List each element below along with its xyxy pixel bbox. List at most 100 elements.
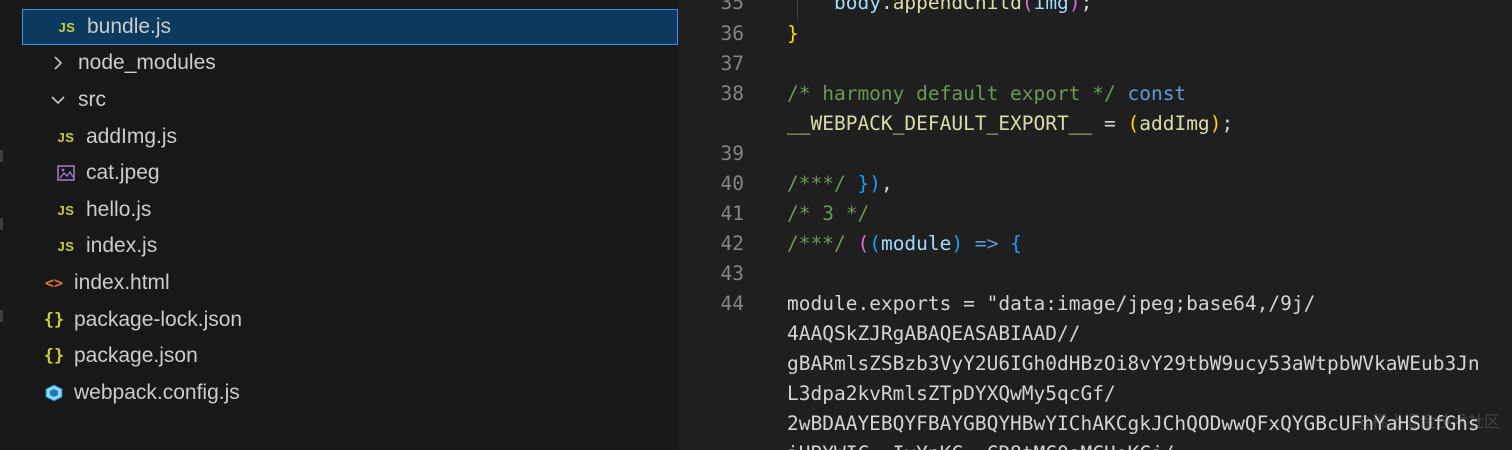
code-token: body [833, 0, 881, 14]
line-number: 40 [720, 172, 744, 195]
chevron-down-icon [48, 90, 68, 110]
explorer-panel: JS bundle.js node_modulessrc JS addImg.js cat… [22, 0, 678, 450]
explorer-item[interactable]: cat.jpeg [22, 155, 678, 191]
line-number: 44 [720, 292, 744, 315]
image-file-icon [56, 163, 76, 183]
code-token: L3dpa2kvRmlsZTpDYXQwMy5qcGf/ [787, 382, 1116, 405]
code-text: body.appendChild(img); [787, 0, 1092, 18]
code-line: 35 body.appendChild(img); [678, 0, 1512, 18]
activity-bar-marker [0, 150, 3, 162]
code-token: ) [951, 232, 964, 255]
webpack-file-icon [44, 383, 64, 403]
watermark: @稀土掘金技术社区 [1355, 412, 1500, 431]
code-token: } [787, 22, 799, 45]
code-token: { [1010, 232, 1022, 255]
js-file-icon: JS [57, 129, 75, 145]
activity-bar-edge [0, 0, 22, 450]
code-token: const [1127, 82, 1187, 105]
explorer-item[interactable]: <> index.html [22, 265, 678, 301]
explorer-item[interactable]: JS hello.js [22, 192, 678, 228]
html-file-icon: <> [44, 274, 64, 292]
code-token: addImg [1139, 112, 1210, 135]
code-token: appendChild [892, 0, 1022, 14]
code-line: 40 /***/ }), [678, 169, 1512, 199]
explorer-item-label: src [78, 88, 106, 111]
code-line: 36} [678, 19, 1512, 49]
js-file-icon: JS [58, 19, 76, 35]
code-text: iHBYWIC IyYnKC CR8tMC0oMCUoKCj/ [787, 439, 1174, 450]
json-file-icon: {} [43, 346, 65, 366]
explorer-item[interactable]: JS index.js [22, 228, 678, 264]
code-token: "data:image/jpeg;base64,/9j/ [986, 292, 1316, 315]
explorer-item-label: package-lock.json [74, 308, 243, 331]
explorer-item[interactable]: node_modules [22, 45, 678, 81]
explorer-item-label: package.json [74, 344, 198, 367]
activity-bar-marker [0, 310, 3, 322]
code-token: ) [1068, 0, 1081, 14]
line-number: 43 [720, 262, 744, 285]
code-token: ; [1080, 0, 1093, 14]
code-token: ( [1021, 0, 1034, 14]
indent-guide [797, 0, 798, 20]
code-text: } [787, 19, 799, 49]
code-token: /* harmony default export */ [787, 82, 1128, 105]
code-line: 4AAQSkZJRgABAQEASABIAAD// [678, 319, 1512, 349]
json-file-icon: {} [43, 310, 65, 330]
code-token: ( [869, 232, 881, 255]
code-token: = [1092, 112, 1128, 135]
code-text: 4AAQSkZJRgABAQEASABIAAD// [787, 319, 1081, 349]
code-token: /***/ [787, 172, 858, 195]
code-line: 44 module.exports = "data:image/jpeg;base… [678, 289, 1512, 319]
code-text: /* harmony default export */ const [787, 79, 1186, 109]
code-line: 38 /* harmony default export */ const [678, 79, 1512, 109]
explorer-item-label: cat.jpeg [86, 161, 160, 184]
explorer-item-label: hello.js [86, 198, 152, 221]
code-line: 43 [678, 259, 1512, 289]
code-line: 42 /***/ ((module) => { [678, 229, 1512, 259]
code-token: ) [1209, 112, 1222, 135]
code-token: , [880, 172, 893, 195]
code-text: gBARmlsZSBzb3VyY2U6IGh0dHBzOi8vY29tbW9uc… [787, 349, 1480, 379]
code-token: ( [1127, 112, 1140, 135]
code-line: 39 [678, 139, 1512, 169]
code-text: module.exports = "data:image/jpeg;base64… [787, 289, 1315, 319]
line-number: 39 [720, 142, 744, 165]
line-number: 41 [720, 202, 744, 225]
code-token: /***/ [787, 232, 858, 255]
line-number: 38 [720, 82, 744, 105]
explorer-item[interactable]: webpack.config.js [22, 375, 678, 411]
activity-bar-marker [0, 218, 3, 230]
explorer-item[interactable]: JS bundle.js [22, 9, 678, 45]
code-text: __WEBPACK_DEFAULT_EXPORT__ = (addImg); [787, 109, 1233, 139]
explorer-item-label: index.html [74, 271, 170, 294]
code-token: .exports = [857, 292, 987, 315]
code-token: /* 3 */ [787, 202, 870, 225]
code-text: /***/ }), [787, 169, 893, 199]
code-text: /* 3 */ [787, 199, 869, 229]
code-token: module [787, 292, 858, 315]
code-token: ; [1221, 112, 1234, 135]
explorer-item-label: addImg.js [86, 125, 178, 148]
code-editor[interactable]: 35 body.appendChild(img); 36} 37 38/* harmo… [678, 0, 1512, 450]
code-line: L3dpa2kvRmlsZTpDYXQwMy5qcGf/ [678, 379, 1512, 409]
explorer-item-label: bundle.js [87, 15, 172, 38]
code-text: /***/ ((module) => { [787, 229, 1022, 259]
code-token: }) [857, 172, 881, 195]
explorer-item[interactable]: src [22, 82, 678, 118]
code-token: gBARmlsZSBzb3VyY2U6IGh0dHBzOi8vY29tbW9uc… [787, 352, 1480, 375]
line-number: 35 [720, 0, 744, 14]
code-token: . [880, 0, 893, 14]
code-token: img [1033, 0, 1069, 14]
explorer-item-label: index.js [86, 234, 158, 257]
line-number: 42 [720, 232, 744, 255]
code-token: ( [857, 232, 870, 255]
explorer-item-label: webpack.config.js [74, 381, 240, 404]
chevron-right-icon [48, 53, 68, 73]
explorer-item[interactable]: {} package-lock.json [22, 302, 678, 338]
explorer-item-label: node_modules [78, 51, 216, 74]
js-file-icon: JS [57, 202, 75, 218]
code-token: __WEBPACK_DEFAULT_EXPORT__ [787, 112, 1093, 135]
explorer-item[interactable]: JS addImg.js [22, 119, 678, 155]
explorer-item[interactable]: {} package.json [22, 338, 678, 374]
